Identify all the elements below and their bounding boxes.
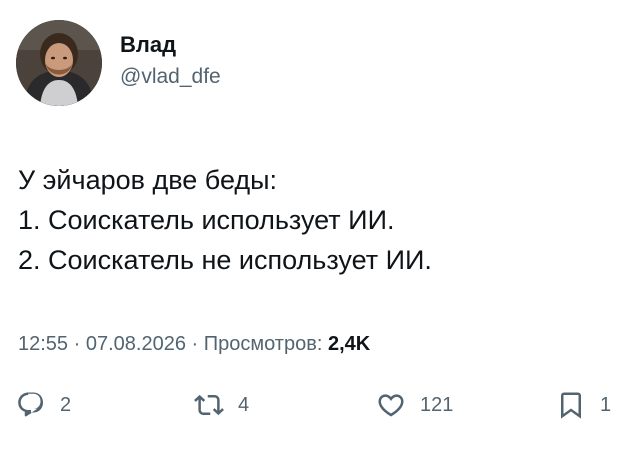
tweet-text-line: У эйчаров две беды:	[18, 165, 278, 195]
like-count: 121	[420, 393, 454, 416]
reply-button[interactable]: 2	[16, 390, 71, 420]
avatar[interactable]	[16, 20, 102, 106]
meta-separator: ·	[68, 333, 86, 355]
avatar-image	[16, 20, 102, 106]
like-button[interactable]: 121	[376, 390, 453, 420]
author-handle[interactable]: @vlad_dfe	[120, 63, 221, 91]
retweet-icon	[194, 394, 224, 416]
tweet-time[interactable]: 12:55	[18, 333, 68, 355]
bookmark-count: 1	[600, 393, 612, 416]
reply-count: 2	[60, 393, 72, 416]
author-names: Влад @vlad_dfe	[120, 31, 221, 91]
retweet-count: 4	[238, 393, 250, 416]
bookmark-button[interactable]: 1	[556, 390, 611, 420]
tweet-actions: 2 4 121 1	[0, 390, 640, 430]
meta-separator: ·	[185, 333, 204, 355]
retweet-button[interactable]: 4	[194, 390, 249, 420]
reply-icon	[18, 392, 44, 417]
tweet-date[interactable]: 07.08.2026	[86, 333, 186, 355]
tweet-text-line: 2. Соискатель не использует ИИ.	[18, 245, 432, 275]
tweet-meta: 12:55 · 07.08.2026 · Просмотров: 2,4K	[18, 330, 370, 358]
tweet-card: Влад @vlad_dfe У эйчаров две беды: 1. Со…	[0, 0, 640, 455]
tweet-header: Влад @vlad_dfe	[16, 20, 221, 106]
tweet-text: У эйчаров две беды: 1. Соискатель исполь…	[18, 160, 432, 280]
tweet-text-line: 1. Соискатель использует ИИ.	[18, 205, 395, 235]
views-count[interactable]: 2,4K	[328, 333, 370, 355]
bookmark-icon	[561, 392, 581, 419]
like-icon	[378, 394, 404, 417]
views-label: Просмотров:	[203, 333, 323, 355]
author-display-name[interactable]: Влад	[120, 31, 221, 59]
